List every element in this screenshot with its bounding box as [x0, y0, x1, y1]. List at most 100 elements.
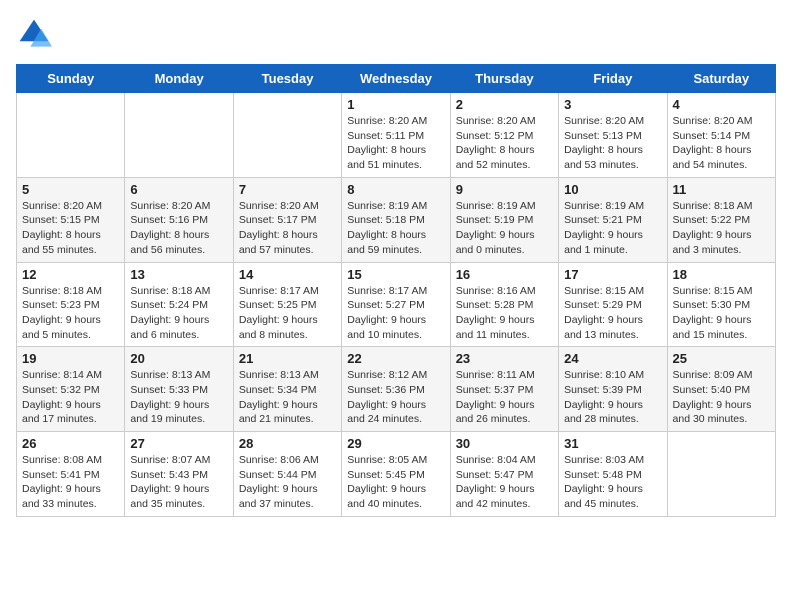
day-number: 24	[564, 351, 661, 366]
day-number: 26	[22, 436, 119, 451]
day-cell: 11 Sunrise: 8:18 AM Sunset: 5:22 PM Dayli…	[667, 177, 775, 262]
day-cell: 5 Sunrise: 8:20 AM Sunset: 5:15 PM Daylig…	[17, 177, 125, 262]
day-number: 20	[130, 351, 227, 366]
day-number: 11	[673, 182, 770, 197]
day-info: Sunrise: 8:20 AM Sunset: 5:13 PM Dayligh…	[564, 114, 661, 173]
header	[16, 16, 776, 52]
day-number: 2	[456, 97, 553, 112]
day-number: 5	[22, 182, 119, 197]
day-number: 6	[130, 182, 227, 197]
day-cell: 3 Sunrise: 8:20 AM Sunset: 5:13 PM Daylig…	[559, 93, 667, 178]
day-number: 27	[130, 436, 227, 451]
day-cell: 16 Sunrise: 8:16 AM Sunset: 5:28 PM Dayli…	[450, 262, 558, 347]
day-cell: 31Sunrise: 8:03 AM Sunset: 5:48 PM Dayli…	[559, 432, 667, 517]
logo-icon	[16, 16, 52, 52]
calendar-table: SundayMondayTuesdayWednesdayThursdayFrid…	[16, 64, 776, 517]
day-number: 23	[456, 351, 553, 366]
day-number: 9	[456, 182, 553, 197]
day-header-tuesday: Tuesday	[233, 65, 341, 93]
week-row-3: 19Sunrise: 8:14 AM Sunset: 5:32 PM Dayli…	[17, 347, 776, 432]
day-info: Sunrise: 8:20 AM Sunset: 5:17 PM Dayligh…	[239, 199, 336, 258]
calendar-header: SundayMondayTuesdayWednesdayThursdayFrid…	[17, 65, 776, 93]
day-cell: 18 Sunrise: 8:15 AM Sunset: 5:30 PM Dayli…	[667, 262, 775, 347]
day-number: 21	[239, 351, 336, 366]
day-info: Sunrise: 8:20 AM Sunset: 5:12 PM Dayligh…	[456, 114, 553, 173]
day-cell: 24 Sunrise: 8:10 AM Sunset: 5:39 PM Dayli…	[559, 347, 667, 432]
day-info: Sunrise: 8:05 AM Sunset: 5:45 PM Dayligh…	[347, 453, 444, 512]
day-cell: 17 Sunrise: 8:15 AM Sunset: 5:29 PM Dayli…	[559, 262, 667, 347]
day-info: Sunrise: 8:18 AM Sunset: 5:22 PM Dayligh…	[673, 199, 770, 258]
day-info: Sunrise: 8:15 AM Sunset: 5:29 PM Dayligh…	[564, 284, 661, 343]
day-info: Sunrise: 8:17 AM Sunset: 5:27 PM Dayligh…	[347, 284, 444, 343]
day-number: 3	[564, 97, 661, 112]
day-number: 25	[673, 351, 770, 366]
day-cell: 14 Sunrise: 8:17 AM Sunset: 5:25 PM Dayli…	[233, 262, 341, 347]
day-info: Sunrise: 8:13 AM Sunset: 5:34 PM Dayligh…	[239, 368, 336, 427]
day-cell	[17, 93, 125, 178]
day-number: 10	[564, 182, 661, 197]
day-cell: 25 Sunrise: 8:09 AM Sunset: 5:40 PM Dayli…	[667, 347, 775, 432]
day-cell: 7 Sunrise: 8:20 AM Sunset: 5:17 PM Daylig…	[233, 177, 341, 262]
day-header-saturday: Saturday	[667, 65, 775, 93]
week-row-1: 5 Sunrise: 8:20 AM Sunset: 5:15 PM Daylig…	[17, 177, 776, 262]
day-cell: 8 Sunrise: 8:19 AM Sunset: 5:18 PM Daylig…	[342, 177, 450, 262]
day-cell: 2 Sunrise: 8:20 AM Sunset: 5:12 PM Daylig…	[450, 93, 558, 178]
day-number: 13	[130, 267, 227, 282]
day-header-wednesday: Wednesday	[342, 65, 450, 93]
day-cell: 20 Sunrise: 8:13 AM Sunset: 5:33 PM Dayli…	[125, 347, 233, 432]
day-number: 29	[347, 436, 444, 451]
day-number: 19	[22, 351, 119, 366]
day-cell	[667, 432, 775, 517]
day-number: 7	[239, 182, 336, 197]
day-cell: 30Sunrise: 8:04 AM Sunset: 5:47 PM Dayli…	[450, 432, 558, 517]
day-cell: 13 Sunrise: 8:18 AM Sunset: 5:24 PM Dayli…	[125, 262, 233, 347]
day-cell: 15 Sunrise: 8:17 AM Sunset: 5:27 PM Dayli…	[342, 262, 450, 347]
week-row-4: 26Sunrise: 8:08 AM Sunset: 5:41 PM Dayli…	[17, 432, 776, 517]
day-cell	[125, 93, 233, 178]
day-number: 18	[673, 267, 770, 282]
day-info: Sunrise: 8:07 AM Sunset: 5:43 PM Dayligh…	[130, 453, 227, 512]
day-info: Sunrise: 8:10 AM Sunset: 5:39 PM Dayligh…	[564, 368, 661, 427]
day-number: 17	[564, 267, 661, 282]
day-info: Sunrise: 8:13 AM Sunset: 5:33 PM Dayligh…	[130, 368, 227, 427]
day-number: 4	[673, 97, 770, 112]
day-header-thursday: Thursday	[450, 65, 558, 93]
day-header-monday: Monday	[125, 65, 233, 93]
day-info: Sunrise: 8:18 AM Sunset: 5:24 PM Dayligh…	[130, 284, 227, 343]
day-cell: 23 Sunrise: 8:11 AM Sunset: 5:37 PM Dayli…	[450, 347, 558, 432]
calendar-body: 1 Sunrise: 8:20 AM Sunset: 5:11 PM Daylig…	[17, 93, 776, 517]
day-cell: 21 Sunrise: 8:13 AM Sunset: 5:34 PM Dayli…	[233, 347, 341, 432]
day-info: Sunrise: 8:20 AM Sunset: 5:14 PM Dayligh…	[673, 114, 770, 173]
day-info: Sunrise: 8:20 AM Sunset: 5:11 PM Dayligh…	[347, 114, 444, 173]
day-info: Sunrise: 8:19 AM Sunset: 5:18 PM Dayligh…	[347, 199, 444, 258]
day-cell	[233, 93, 341, 178]
day-cell: 10Sunrise: 8:19 AM Sunset: 5:21 PM Dayli…	[559, 177, 667, 262]
week-row-2: 12Sunrise: 8:18 AM Sunset: 5:23 PM Dayli…	[17, 262, 776, 347]
day-info: Sunrise: 8:03 AM Sunset: 5:48 PM Dayligh…	[564, 453, 661, 512]
day-info: Sunrise: 8:11 AM Sunset: 5:37 PM Dayligh…	[456, 368, 553, 427]
day-cell: 27 Sunrise: 8:07 AM Sunset: 5:43 PM Dayli…	[125, 432, 233, 517]
day-cell: 28 Sunrise: 8:06 AM Sunset: 5:44 PM Dayli…	[233, 432, 341, 517]
day-number: 1	[347, 97, 444, 112]
day-cell: 26Sunrise: 8:08 AM Sunset: 5:41 PM Dayli…	[17, 432, 125, 517]
day-number: 14	[239, 267, 336, 282]
day-number: 28	[239, 436, 336, 451]
day-number: 15	[347, 267, 444, 282]
day-cell: 1 Sunrise: 8:20 AM Sunset: 5:11 PM Daylig…	[342, 93, 450, 178]
day-info: Sunrise: 8:06 AM Sunset: 5:44 PM Dayligh…	[239, 453, 336, 512]
day-info: Sunrise: 8:19 AM Sunset: 5:19 PM Dayligh…	[456, 199, 553, 258]
day-number: 16	[456, 267, 553, 282]
day-cell: 4 Sunrise: 8:20 AM Sunset: 5:14 PM Daylig…	[667, 93, 775, 178]
day-cell: 19Sunrise: 8:14 AM Sunset: 5:32 PM Dayli…	[17, 347, 125, 432]
day-info: Sunrise: 8:16 AM Sunset: 5:28 PM Dayligh…	[456, 284, 553, 343]
day-info: Sunrise: 8:04 AM Sunset: 5:47 PM Dayligh…	[456, 453, 553, 512]
logo	[16, 16, 58, 52]
day-info: Sunrise: 8:20 AM Sunset: 5:15 PM Dayligh…	[22, 199, 119, 258]
day-number: 8	[347, 182, 444, 197]
week-row-0: 1 Sunrise: 8:20 AM Sunset: 5:11 PM Daylig…	[17, 93, 776, 178]
day-info: Sunrise: 8:17 AM Sunset: 5:25 PM Dayligh…	[239, 284, 336, 343]
day-cell: 9 Sunrise: 8:19 AM Sunset: 5:19 PM Daylig…	[450, 177, 558, 262]
day-info: Sunrise: 8:15 AM Sunset: 5:30 PM Dayligh…	[673, 284, 770, 343]
day-info: Sunrise: 8:09 AM Sunset: 5:40 PM Dayligh…	[673, 368, 770, 427]
day-number: 12	[22, 267, 119, 282]
